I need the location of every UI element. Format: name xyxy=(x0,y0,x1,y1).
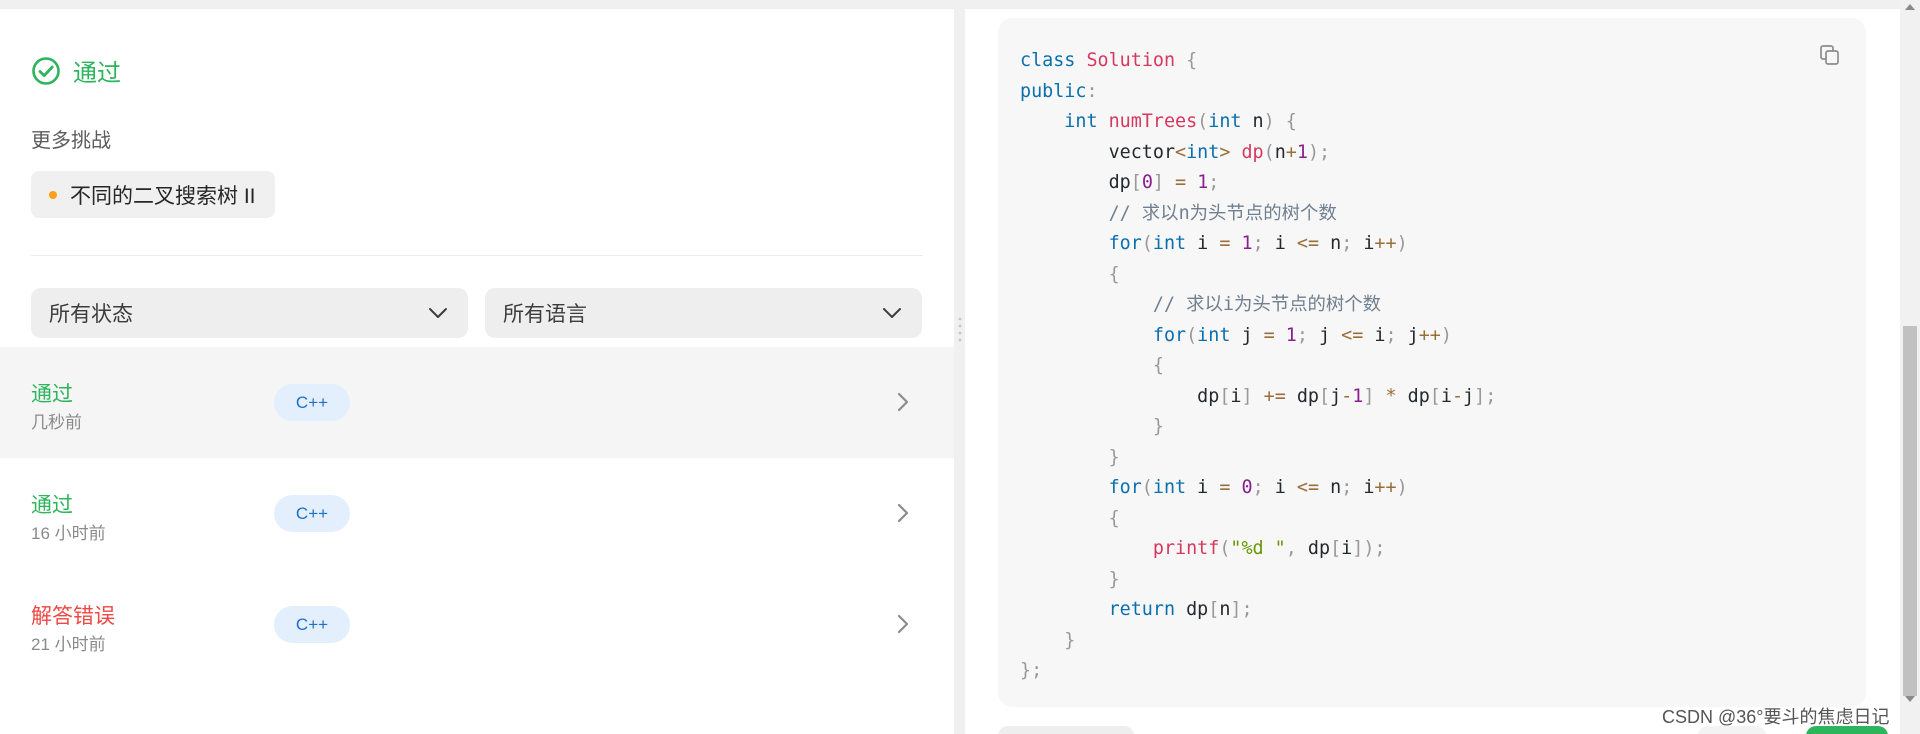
code-line: // 求以n为头节点的树个数 xyxy=(1108,202,1337,224)
code-line: dp[i] += dp[j-1] * dp[i-j]; xyxy=(1197,385,1497,407)
submission-row[interactable]: 解答错误 21 小时前 C++ xyxy=(0,569,954,680)
code-line: public: xyxy=(1020,80,1098,102)
code-line: return dp[n]; xyxy=(1108,599,1253,620)
chevron-right-icon xyxy=(896,391,910,418)
submission-time: 21 小时前 xyxy=(31,635,106,654)
code-line: { xyxy=(1152,355,1164,376)
tab-indicator xyxy=(479,9,616,18)
chevron-down-icon xyxy=(882,301,902,325)
result-status: 通过 xyxy=(73,60,121,87)
code-line: }; xyxy=(1020,660,1043,681)
scroll-down-arrow-icon[interactable] xyxy=(1905,696,1915,702)
bottom-action-button[interactable] xyxy=(998,726,1134,734)
submission-status: 解答错误 xyxy=(31,605,115,628)
code-line: { xyxy=(1108,263,1120,285)
code-line: for(int i = 0; i <= n; i++) xyxy=(1108,477,1408,498)
challenge-chip[interactable]: 不同的二叉搜索树 II xyxy=(31,171,275,218)
language-filter-dropdown[interactable]: 所有语言 xyxy=(485,288,922,338)
code-line: } xyxy=(1152,416,1164,437)
difficulty-dot-icon xyxy=(49,190,57,199)
check-circle-icon xyxy=(31,56,61,86)
status-filter-value: 所有状态 xyxy=(49,303,133,326)
submission-row[interactable]: 通过 几秒前 C++ xyxy=(0,347,954,458)
code-line: int numTrees(int n) { xyxy=(1064,111,1297,132)
watermark: CSDN @36°要斗的焦虑日记 xyxy=(1662,707,1890,727)
code-content: class Solution { public: int numTrees(int… xyxy=(1020,46,1496,687)
status-filter-dropdown[interactable]: 所有状态 xyxy=(31,288,468,338)
code-line: } xyxy=(1108,446,1120,468)
code-line: vector<int> dp(n+1); xyxy=(1108,141,1331,163)
submission-time: 16 小时前 xyxy=(31,524,106,543)
copy-icon[interactable] xyxy=(1819,44,1841,71)
submission-status: 通过 xyxy=(31,383,73,406)
submission-panel: 通过 更多挑战 不同的二叉搜索树 II 所有状态 所有语言 通过 几秒前 C++… xyxy=(0,9,954,734)
language-badge: C++ xyxy=(274,384,350,421)
code-line: for(int i = 1; i <= n; i++) xyxy=(1108,233,1408,254)
submission-time: 几秒前 xyxy=(31,413,82,432)
code-line: dp[0] = 1; xyxy=(1108,172,1220,193)
code-line: for(int j = 1; j <= i; j++) xyxy=(1152,324,1452,346)
scroll-up-arrow-icon[interactable] xyxy=(1905,4,1915,10)
code-line: { xyxy=(1108,507,1120,529)
code-line: // 求以i为头节点的树个数 xyxy=(1152,294,1382,315)
panel-resize-handle[interactable] xyxy=(958,316,962,347)
code-line: printf("%d ", dp[i]); xyxy=(1152,538,1386,559)
submission-status: 通过 xyxy=(31,494,73,517)
result-header: 通过 xyxy=(31,53,121,88)
divider xyxy=(31,255,923,256)
language-badge: C++ xyxy=(274,495,350,532)
scroll-thumb[interactable] xyxy=(1903,326,1917,696)
chevron-down-icon xyxy=(428,301,448,325)
code-panel: class Solution { public: int numTrees(int… xyxy=(965,9,1900,734)
challenge-title: 不同的二叉搜索树 II xyxy=(70,184,256,208)
code-line: class Solution { xyxy=(1020,50,1198,71)
language-filter-value: 所有语言 xyxy=(503,303,587,326)
code-block: class Solution { public: int numTrees(int… xyxy=(998,18,1866,707)
code-line: } xyxy=(1064,629,1076,651)
chevron-right-icon xyxy=(896,613,910,640)
language-badge: C++ xyxy=(274,606,350,643)
more-challenges-heading: 更多挑战 xyxy=(31,130,111,152)
vertical-scrollbar[interactable] xyxy=(1900,0,1920,734)
chevron-right-icon xyxy=(896,502,910,529)
code-line: } xyxy=(1108,568,1120,590)
submission-row[interactable]: 通过 16 小时前 C++ xyxy=(0,458,954,569)
